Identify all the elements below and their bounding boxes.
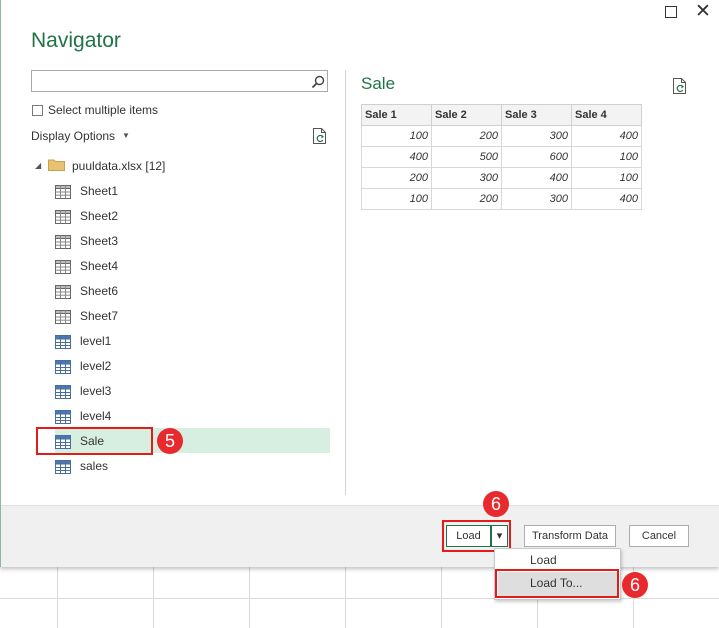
menu-item-load[interactable]: Load xyxy=(530,553,557,567)
grid-line xyxy=(441,565,442,628)
load-dropdown-arrow-icon[interactable]: ▾ xyxy=(491,525,508,547)
maximize-icon[interactable] xyxy=(665,6,677,18)
grid-line xyxy=(57,565,58,628)
step-marker: 5 xyxy=(157,428,183,454)
table-header-row: Sale 1 Sale 2 Sale 3 Sale 4 xyxy=(361,104,642,126)
tree-item-label: Sheet7 xyxy=(80,309,119,323)
preview-table: Sale 1 Sale 2 Sale 3 Sale 4 100 200 300 … xyxy=(361,104,642,210)
search-input[interactable] xyxy=(34,72,310,92)
tree-item-sheet1[interactable]: Sheet1 xyxy=(55,180,305,202)
sheet-icon xyxy=(55,209,71,224)
step-marker: 6 xyxy=(622,572,648,598)
table-row: 400 500 600 100 xyxy=(361,146,642,168)
preview-title: Sale xyxy=(361,74,396,93)
tree-item-level1[interactable]: level1 xyxy=(55,330,305,352)
sheet-icon xyxy=(55,259,71,274)
column-header: Sale 1 xyxy=(361,104,432,126)
table-cell: 400 xyxy=(501,167,572,189)
tree-item-label: Sheet1 xyxy=(80,184,119,198)
table-icon xyxy=(55,359,71,374)
table-icon xyxy=(55,459,71,474)
tree-item-sheet2[interactable]: Sheet2 xyxy=(55,205,305,227)
table-cell: 400 xyxy=(571,188,642,210)
sheet-icon xyxy=(55,309,71,324)
tree-item-sheet6[interactable]: Sheet6 xyxy=(55,280,305,302)
table-cell: 100 xyxy=(361,188,432,210)
table-row: 200 300 400 100 xyxy=(361,167,642,189)
column-header: Sale 3 xyxy=(501,104,572,126)
annotation-box-load-to xyxy=(495,569,619,598)
step-marker: 6 xyxy=(483,491,509,517)
sheet-icon xyxy=(55,284,71,299)
dialog-title: Navigator xyxy=(31,29,121,52)
dialog-border xyxy=(0,0,1,566)
tree-item-level4[interactable]: level4 xyxy=(55,405,305,427)
sheet-icon xyxy=(55,184,71,199)
table-cell: 100 xyxy=(571,146,642,168)
refresh-icon[interactable] xyxy=(672,77,688,95)
grid-line xyxy=(345,565,346,628)
table-cell: 200 xyxy=(431,188,502,210)
table-cell: 100 xyxy=(571,167,642,189)
select-multiple-label: Select multiple items xyxy=(48,103,159,117)
sheet-icon xyxy=(55,234,71,249)
display-options-button[interactable]: Display Options xyxy=(31,129,115,143)
table-cell: 100 xyxy=(361,125,432,147)
load-button[interactable]: Load xyxy=(446,525,491,547)
tree-item-sheet7[interactable]: Sheet7 xyxy=(55,305,305,327)
search-box[interactable] xyxy=(31,70,328,92)
tree-item-label: level2 xyxy=(80,359,112,373)
table-cell: 300 xyxy=(501,125,572,147)
tree-item-level2[interactable]: level2 xyxy=(55,355,305,377)
table-icon xyxy=(55,384,71,399)
tree-item-label: Sheet2 xyxy=(80,209,119,223)
collapse-caret-icon[interactable]: ◢ xyxy=(35,161,41,170)
table-cell: 400 xyxy=(361,146,432,168)
table-row: 100 200 300 400 xyxy=(361,125,642,147)
refresh-icon[interactable] xyxy=(312,127,328,145)
tree-item-sales[interactable]: sales xyxy=(55,455,305,477)
chevron-down-icon[interactable]: ▼ xyxy=(122,131,130,140)
table-cell: 200 xyxy=(361,167,432,189)
table-cell: 500 xyxy=(431,146,502,168)
pane-divider xyxy=(345,70,346,495)
tree-item-label: sales xyxy=(80,459,109,473)
table-cell: 600 xyxy=(501,146,572,168)
tree-item-label: Sheet6 xyxy=(80,284,119,298)
tree-item-label: level3 xyxy=(80,384,112,398)
table-cell: 200 xyxy=(431,125,502,147)
tree-item-level3[interactable]: level3 xyxy=(55,380,305,402)
table-cell: 400 xyxy=(571,125,642,147)
select-multiple-checkbox[interactable] xyxy=(32,105,43,116)
transform-data-button[interactable]: Transform Data xyxy=(524,525,616,547)
grid-line xyxy=(249,565,250,628)
search-icon[interactable] xyxy=(310,74,326,90)
table-icon xyxy=(55,334,71,349)
table-cell: 300 xyxy=(501,188,572,210)
annotation-box-sale xyxy=(36,427,153,455)
table-row: 100 200 300 400 xyxy=(361,188,642,210)
table-icon xyxy=(55,409,71,424)
folder-icon xyxy=(48,159,65,171)
tree-item-label: level1 xyxy=(80,334,112,348)
tree-root-label[interactable]: puuldata.xlsx [12] xyxy=(72,155,165,177)
tree-item-label: level4 xyxy=(80,409,112,423)
tree-item-sheet4[interactable]: Sheet4 xyxy=(55,255,305,277)
column-header: Sale 4 xyxy=(571,104,642,126)
grid-line xyxy=(153,565,154,628)
table-cell: 300 xyxy=(431,167,502,189)
close-icon[interactable]: ✕ xyxy=(695,2,711,21)
cancel-button[interactable]: Cancel xyxy=(629,525,689,547)
tree-item-label: Sheet4 xyxy=(80,259,119,273)
tree-item-sheet3[interactable]: Sheet3 xyxy=(55,230,305,252)
tree-item-label: Sheet3 xyxy=(80,234,119,248)
column-header: Sale 2 xyxy=(431,104,502,126)
